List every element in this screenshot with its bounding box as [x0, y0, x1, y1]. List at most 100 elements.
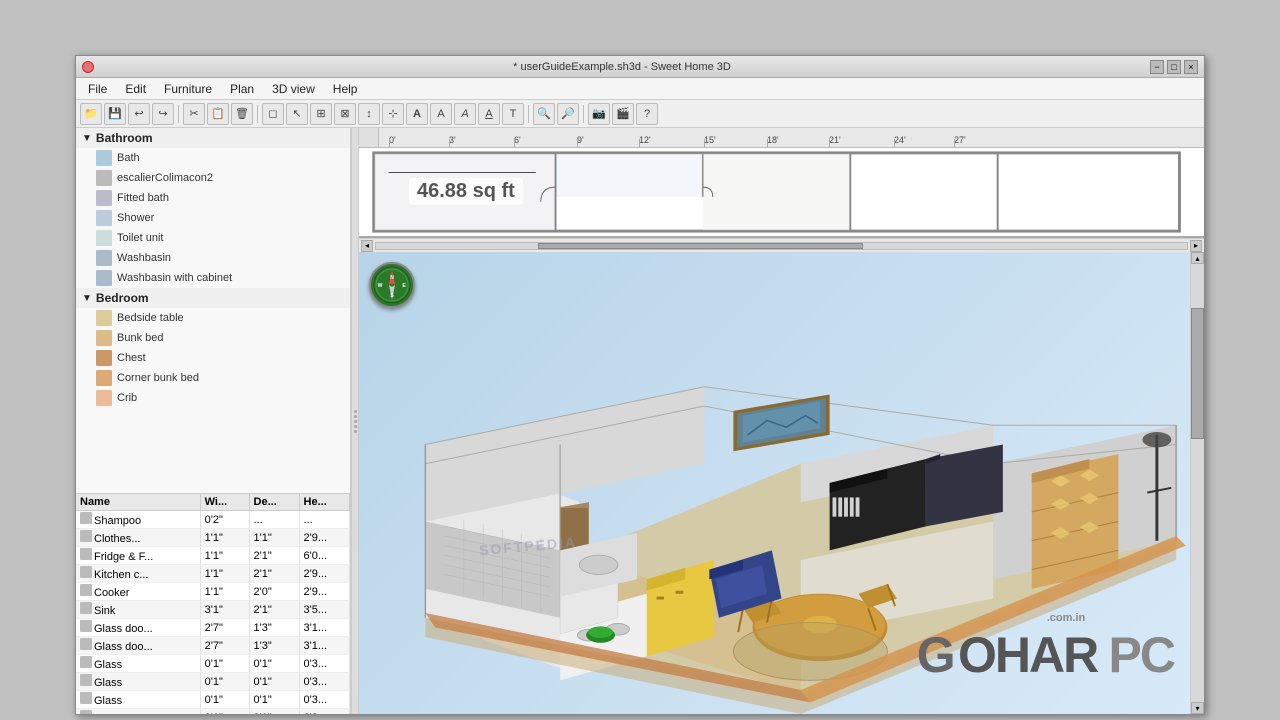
bath-icon [96, 150, 112, 166]
tb-zoomout[interactable]: 🔎 [557, 103, 579, 125]
tb-textA1[interactable]: A [406, 103, 428, 125]
item-bath[interactable]: Bath [76, 148, 350, 168]
table-row[interactable]: Glass doo... 2'7" 1'3" 3'1... [76, 619, 350, 637]
tb-rotate[interactable]: ↕ [358, 103, 380, 125]
escalier-label: escalierColimacon2 [117, 172, 213, 184]
tb-room[interactable]: ⊞ [310, 103, 332, 125]
row-width: 0'2" [200, 511, 249, 529]
row-depth: 2'1" [249, 601, 299, 619]
item-bedside-table[interactable]: Bedside table [76, 308, 350, 328]
vscroll-track[interactable] [1191, 264, 1204, 702]
resize-handle[interactable] [351, 128, 359, 714]
tb-level[interactable]: ⊹ [382, 103, 404, 125]
tb-wall[interactable]: ◻ [262, 103, 284, 125]
tb-dimension[interactable]: ⊠ [334, 103, 356, 125]
item-corner-bunkbed[interactable]: Corner bunk bed [76, 368, 350, 388]
toilet-label: Toilet unit [117, 232, 163, 244]
maximize-button[interactable]: □ [1167, 60, 1181, 74]
tb-undo[interactable]: ↩ [128, 103, 150, 125]
vscroll-down[interactable]: ▾ [1191, 702, 1204, 714]
hscroll-left[interactable]: ◂ [361, 240, 373, 252]
table-row[interactable]: Shampoo 0'2" ... ... [76, 511, 350, 529]
tb-redo[interactable]: ↪ [152, 103, 174, 125]
table-row[interactable]: Clothes... 1'1" 1'1" 2'9... [76, 529, 350, 547]
plan-hscroll[interactable]: ◂ ▸ [359, 238, 1204, 252]
tb-sep4 [583, 105, 584, 123]
table-row[interactable]: Sink 3'1" 2'1" 3'5... [76, 601, 350, 619]
tb-save[interactable]: 💾 [104, 103, 126, 125]
item-escalier[interactable]: escalierColimacon2 [76, 168, 350, 188]
menu-help[interactable]: Help [325, 80, 366, 98]
row-width: 0'1" [200, 673, 249, 691]
menu-furniture[interactable]: Furniture [156, 80, 220, 98]
tb-copy[interactable]: 📋 [207, 103, 229, 125]
item-washbasin[interactable]: Washbasin [76, 248, 350, 268]
plan-strip[interactable]: 46.88 sq ft [359, 148, 1204, 238]
row-depth: 0'1" [249, 709, 299, 715]
row-name: Fridge & F... [76, 547, 200, 565]
menu-3dview[interactable]: 3D view [264, 80, 323, 98]
item-chest[interactable]: Chest [76, 348, 350, 368]
row-name: Glass doo... [76, 637, 200, 655]
bedside-icon [96, 310, 112, 326]
hscroll-track[interactable] [375, 242, 1188, 250]
group-bathroom[interactable]: ▼ Bathroom [76, 128, 350, 148]
properties-panel[interactable]: Name Wi... De... He... Shampoo 0'2" ... … [76, 494, 350, 714]
row-height: 3'1... [299, 619, 349, 637]
row-height: 6'0... [299, 547, 349, 565]
toolbar: 📁 💾 ↩ ↪ ✂ 📋 🗑 ◻ ↖ ⊞ ⊠ ↕ ⊹ A A A A T 🔍 🔎 … [76, 100, 1204, 128]
table-row[interactable]: Kitchen c... 1'1" 2'1" 2'9... [76, 565, 350, 583]
view-3d[interactable]: N S W E [359, 252, 1204, 714]
table-row[interactable]: Glass 0'1" 0'1" 0'3... [76, 655, 350, 673]
window-close-button[interactable]: × [1184, 60, 1198, 74]
tb-video[interactable]: 🎬 [612, 103, 634, 125]
svg-text:W: W [378, 283, 383, 289]
menu-file[interactable]: File [80, 80, 115, 98]
menu-edit[interactable]: Edit [117, 80, 154, 98]
table-row[interactable]: Glass doo... 2'7" 1'3" 3'1... [76, 637, 350, 655]
minimize-button[interactable]: − [1150, 60, 1164, 74]
table-row[interactable]: Glass 0'1" 0'1" 0'3... [76, 691, 350, 709]
vscroll-thumb[interactable] [1191, 308, 1204, 439]
close-button[interactable] [82, 61, 94, 73]
row-height: 0'3... [299, 709, 349, 715]
fittedbath-label: Fitted bath [117, 192, 169, 204]
tb-textA4[interactable]: A [478, 103, 500, 125]
tb-help[interactable]: ? [636, 103, 658, 125]
hscroll-thumb[interactable] [538, 243, 862, 249]
group-bedroom[interactable]: ▼ Bedroom [76, 288, 350, 308]
shower-icon [96, 210, 112, 226]
item-bunkbed[interactable]: Bunk bed [76, 328, 350, 348]
tb-new[interactable]: 📁 [80, 103, 102, 125]
vscroll-up[interactable]: ▴ [1191, 252, 1204, 264]
row-name: Glass [76, 709, 200, 715]
item-washbasin-cabinet[interactable]: Washbasin with cabinet [76, 268, 350, 288]
tb-textA2[interactable]: A [430, 103, 452, 125]
row-height: 3'5... [299, 601, 349, 619]
menu-plan[interactable]: Plan [222, 80, 262, 98]
compass[interactable]: N S W E [369, 262, 415, 308]
view-vscroll[interactable]: ▴ ▾ [1190, 252, 1204, 714]
item-toilet[interactable]: Toilet unit [76, 228, 350, 248]
row-width: 3'1" [200, 601, 249, 619]
tb-zoomin[interactable]: 🔍 [533, 103, 555, 125]
row-width: 1'1" [200, 529, 249, 547]
tb-select[interactable]: ↖ [286, 103, 308, 125]
tb-textA3[interactable]: A [454, 103, 476, 125]
table-row[interactable]: Cooker 1'1" 2'0" 2'9... [76, 583, 350, 601]
item-fittedbath[interactable]: Fitted bath [76, 188, 350, 208]
table-row[interactable]: Glass 0'1" 0'1" 0'3... [76, 673, 350, 691]
tb-cut[interactable]: ✂ [183, 103, 205, 125]
cornerbunk-icon [96, 370, 112, 386]
item-shower[interactable]: Shower [76, 208, 350, 228]
watermark-gohar: .com.in G OHAR PC [917, 626, 1174, 684]
table-row[interactable]: Glass 0'1" 0'1" 0'3... [76, 709, 350, 715]
tb-delete[interactable]: 🗑 [231, 103, 253, 125]
table-row[interactable]: Fridge & F... 1'1" 2'1" 6'0... [76, 547, 350, 565]
tb-photo[interactable]: 📷 [588, 103, 610, 125]
ruler-15: 15' [704, 135, 716, 145]
furniture-tree[interactable]: ▼ Bathroom Bath escalierColimacon2 Fitte… [76, 128, 350, 494]
item-crib[interactable]: Crib [76, 388, 350, 408]
tb-compass[interactable]: T [502, 103, 524, 125]
hscroll-right[interactable]: ▸ [1190, 240, 1202, 252]
